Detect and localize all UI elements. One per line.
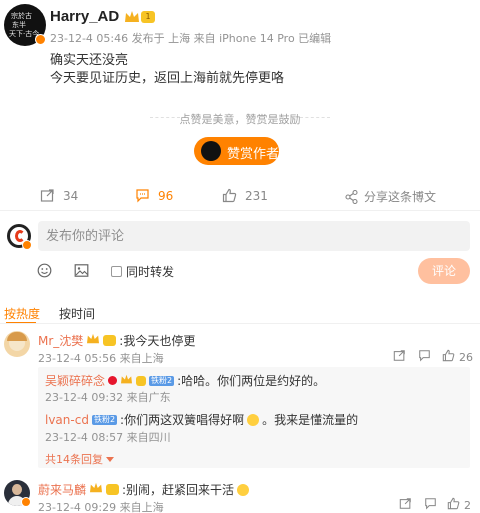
repost-icon[interactable] [399,497,412,513]
reply-header: 吴颖碎碎念 铁粉2 :哈哈。你们两位是约好的。 [45,372,325,389]
reply-text: :哈哈。你们两位是约好的。 [177,374,326,388]
reply-text: :你们两这双簧唱得好啊 [120,413,245,427]
comment-icon[interactable] [424,497,437,513]
post-text-line-2: 今天要见证历史，返回上海前就先停更咯 [50,71,285,86]
vip-crown-icon [89,482,103,497]
verified-badge-icon [21,497,31,507]
submit-comment-button[interactable]: 评论 [418,258,470,284]
repost-checkbox[interactable] [111,266,122,277]
commenter-avatar[interactable] [4,331,30,357]
comment-action[interactable]: 96 [135,188,173,203]
verified-badge-icon [35,34,46,45]
emoji-icon[interactable] [37,263,52,281]
post-meta: 23-12-4 05:46 发布于 上海 来自 iPhone 14 Pro 已编… [50,32,332,45]
comment-header: 蔚来马麟 :别闹，赶紧回来干活 [38,481,250,498]
verified-badge-icon [108,376,118,385]
comment-like[interactable]: 26 [442,349,473,365]
comment-header: Mr_沈樊 :我今天也停更 [38,332,195,349]
tip-author-button[interactable]: 赞赏作者 [194,137,279,165]
vip-level-badge: 1 [141,11,155,23]
thumbs-up-icon [442,349,455,365]
verified-badge-icon [22,240,32,250]
divider [0,210,480,211]
comment-meta: 23-12-4 09:29 来自上海 [38,501,164,513]
vip-level-badge [106,484,120,495]
thumbs-up-icon [222,188,237,203]
vip-crown-icon [120,374,133,388]
comment-text: :别闹，赶紧回来干活 [122,483,235,497]
vip-level-badge [136,375,147,386]
tab-hot[interactable]: 按热度 [4,305,40,322]
repost-icon [40,188,55,203]
comment-icon [135,188,150,203]
tip-divider-text: 点赞是美意，赞赏是鼓励 [179,113,301,126]
divider [0,323,480,324]
post-text-line-1: 确实天还没亮 [50,53,129,68]
comment-like[interactable]: 2 [447,497,471,513]
tab-time[interactable]: 按时间 [59,305,95,322]
replier-name[interactable]: lvan-cd [45,413,89,427]
reply-text-tail: 。我来是懂流量的 [262,413,359,427]
comment-input[interactable] [38,221,470,251]
vip-crown-icon [86,333,100,348]
repost-toggle[interactable]: 同时转发 [111,263,174,280]
reply-meta: 23-12-4 08:57 来自四川 [45,431,171,444]
commenter-name[interactable]: 蔚来马麟 [38,481,86,498]
tip-avatar [201,141,221,161]
replier-name[interactable]: 吴颖碎碎念 [45,372,105,389]
more-replies-link[interactable]: 共14条回复 [45,451,114,467]
comment-input-box[interactable] [38,221,470,251]
fan-tag: 铁粉2 [149,375,175,386]
image-icon[interactable] [74,263,89,281]
reply-meta: 23-12-4 09:32 来自广东 [45,391,171,404]
vip-crown-icon [124,10,140,27]
share-action[interactable]: 分享这条博文 [345,188,436,205]
like-action[interactable]: 231 [222,188,268,203]
reply-header: lvan-cd 铁粉2 :你们两这双簧唱得好啊 。我来是懂流量的 [45,411,358,428]
author-name[interactable]: Harry_AD [50,8,119,25]
share-icon [345,189,358,204]
laughing-emoji-icon [247,413,260,426]
comment-icon[interactable] [418,349,431,365]
grin-emoji-icon [237,483,250,496]
commenter-name[interactable]: Mr_沈樊 [38,332,83,349]
thumbs-up-icon [447,497,460,513]
comment-text: :我今天也停更 [119,334,196,348]
comment-meta: 23-12-4 05:56 来自上海 [38,352,164,365]
fan-tag: 铁粉2 [91,414,118,425]
repost-icon[interactable] [393,349,406,365]
repost-action[interactable]: 34 [40,188,78,203]
caret-down-icon [106,453,114,466]
vip-level-badge [103,335,117,346]
